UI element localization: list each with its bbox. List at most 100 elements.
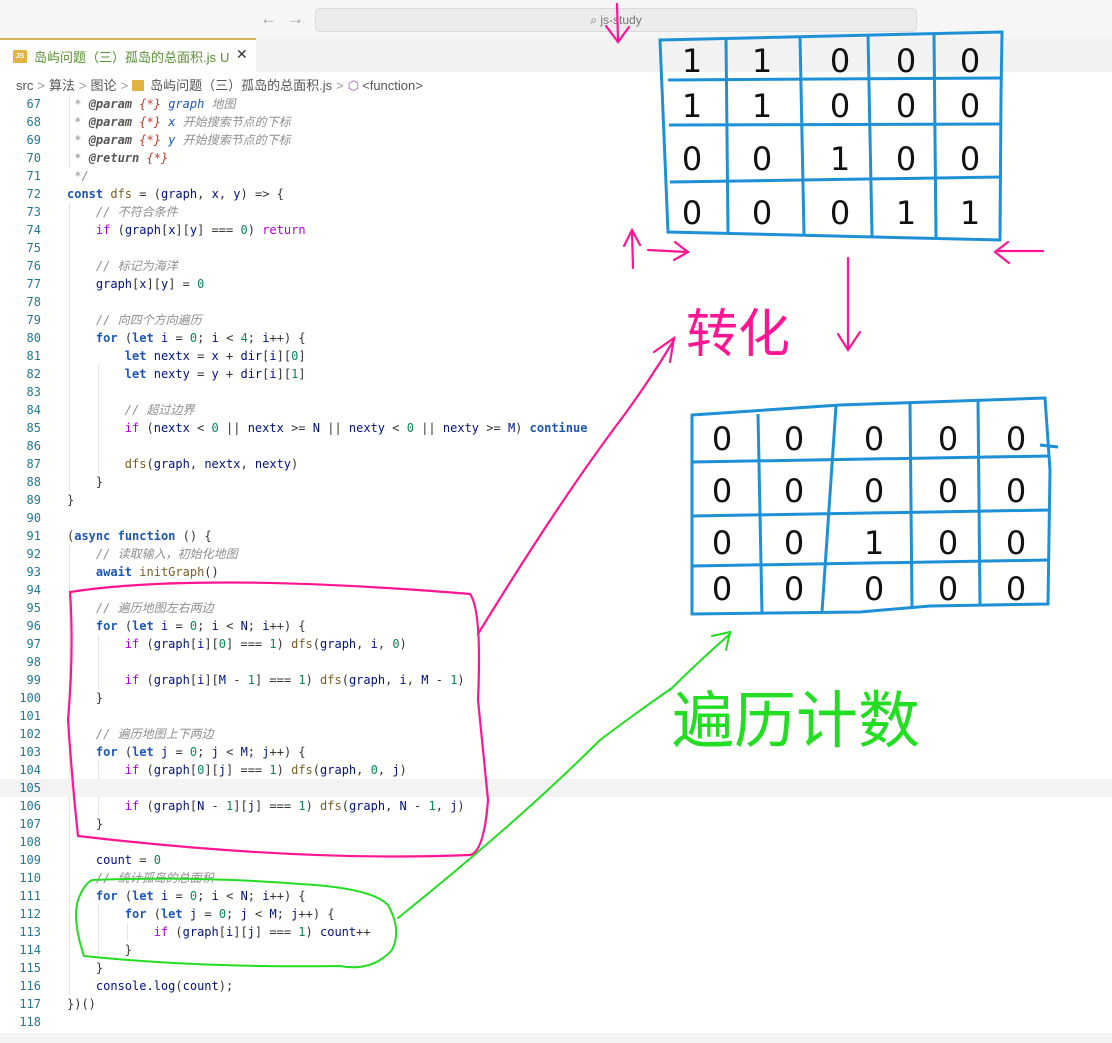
code-editor[interactable]: 67 * @param {*} graph 地图 68 * @param {*} … [0, 95, 1112, 1033]
line-number: 88 [26, 475, 41, 489]
code-text: await initGraph() [95, 565, 219, 579]
breadcrumb-item-function[interactable]: <function> [362, 78, 423, 93]
code-line[interactable]: 85 if (nextx < 0 || nextx >= N || nexty … [0, 419, 1112, 437]
code-line[interactable]: 73 // 不符合条件 [0, 203, 1112, 221]
code-line[interactable]: 118 [0, 1013, 1112, 1031]
close-icon[interactable]: ✕ [236, 46, 248, 63]
code-line[interactable]: 89} [0, 491, 1112, 509]
untracked-badge: U [220, 50, 230, 65]
code-text: graph[x][y] = 0 [95, 277, 205, 291]
code-line[interactable]: 112 for (let j = 0; j < M; j++) { [0, 905, 1112, 923]
code-line[interactable]: 94 [0, 581, 1112, 599]
code-line[interactable]: 116 console.log(count); [0, 977, 1112, 995]
code-line[interactable]: 71 */ [0, 167, 1112, 185]
code-line[interactable]: 107 } [0, 815, 1112, 833]
tab-active-file[interactable]: JS 岛屿问题（三）孤岛的总面积.js U ✕ [0, 38, 256, 72]
search-text: js-study [600, 13, 642, 27]
line-number: 85 [26, 421, 41, 435]
chevron-right-icon: > [78, 78, 87, 93]
code-text: // 遍历地图上下两边 [67, 727, 214, 741]
code-line[interactable]: 104 if (graph[0][j] === 1) dfs(graph, 0,… [0, 761, 1112, 779]
title-bar: ← → ⌕ js-study [0, 0, 1112, 38]
code-line[interactable]: 86 [0, 437, 1112, 455]
line-number: 74 [26, 223, 41, 237]
code-line[interactable]: 117})() [0, 995, 1112, 1013]
code-line[interactable]: 67 * @param {*} graph 地图 [0, 95, 1112, 113]
code-line[interactable]: 74 if (graph[x][y] === 0) return [0, 221, 1112, 239]
code-text: if (graph[0][j] === 1) dfs(graph, 0, j) [124, 763, 407, 777]
breadcrumb-item-src[interactable]: src [16, 78, 33, 93]
line-number: 99 [26, 673, 41, 687]
code-line[interactable]: 101 [0, 707, 1112, 725]
code-text: console.log(count); [95, 979, 234, 993]
code-text: } [95, 961, 104, 975]
code-line[interactable]: 99 if (graph[i][M - 1] === 1) dfs(graph,… [0, 671, 1112, 689]
code-text: } [95, 817, 104, 831]
breadcrumb-item-file[interactable]: 岛屿问题（三）孤岛的总面积.js [150, 75, 332, 94]
line-number: 86 [26, 439, 41, 453]
code-line[interactable]: 80 for (let i = 0; i < 4; i++) { [0, 329, 1112, 347]
code-line[interactable]: 90 [0, 509, 1112, 527]
code-line[interactable]: 77 graph[x][y] = 0 [0, 275, 1112, 293]
code-line[interactable]: 92 // 读取输入，初始化地图 [0, 545, 1112, 563]
code-text: for (let i = 0; i < N; i++) { [95, 889, 306, 903]
line-number: 114 [19, 943, 41, 957]
code-line[interactable]: 109 count = 0 [0, 851, 1112, 869]
line-number: 69 [26, 133, 41, 147]
line-number: 117 [19, 997, 41, 1011]
code-text: if (graph[N - 1][j] === 1) dfs(graph, N … [124, 799, 465, 813]
line-number: 90 [26, 511, 41, 525]
code-line[interactable]: 93 await initGraph() [0, 563, 1112, 581]
code-line[interactable]: 69 * @param {*} y 开始搜索节点的下标 [0, 131, 1112, 149]
line-number: 107 [19, 817, 41, 831]
code-line[interactable]: 100 } [0, 689, 1112, 707]
code-line[interactable]: 105 [0, 779, 1112, 797]
code-line[interactable]: 113 if (graph[i][j] === 1) count++ [0, 923, 1112, 941]
code-line[interactable]: 72 const dfs = (graph, x, y) => { [0, 185, 1112, 203]
code-line[interactable]: 91 (async function () { [0, 527, 1112, 545]
code-line[interactable]: 108 [0, 833, 1112, 851]
code-line[interactable]: 115 } [0, 959, 1112, 977]
code-text: * @param {*} graph 地图 [67, 97, 236, 111]
code-line[interactable]: 79 // 向四个方向遍历 [0, 311, 1112, 329]
code-line[interactable]: 76 // 标记为海洋 [0, 257, 1112, 275]
code-line[interactable]: 81 let nextx = x + dir[i][0] [0, 347, 1112, 365]
code-line[interactable]: 96 for (let i = 0; i < N; i++) { [0, 617, 1112, 635]
line-number: 72 [26, 187, 41, 201]
code-line[interactable]: 95 // 遍历地图左右两边 [0, 599, 1112, 617]
line-number: 82 [26, 367, 41, 381]
code-line[interactable]: 111 for (let i = 0; i < N; i++) { [0, 887, 1112, 905]
line-number: 76 [26, 259, 41, 273]
chevron-right-icon: > [120, 78, 129, 93]
code-line[interactable]: 114 } [0, 941, 1112, 959]
code-text: */ [67, 169, 89, 183]
breadcrumb-item-algorithm[interactable]: 算法 [49, 75, 75, 94]
line-number: 68 [26, 115, 41, 129]
code-line[interactable]: 68 * @param {*} x 开始搜索节点的下标 [0, 113, 1112, 131]
back-arrow-icon[interactable]: ← [260, 9, 277, 29]
command-center-search[interactable]: ⌕ js-study [315, 8, 917, 32]
code-line[interactable]: 88 } [0, 473, 1112, 491]
code-line[interactable]: 78 [0, 293, 1112, 311]
code-line[interactable]: 106 if (graph[N - 1][j] === 1) dfs(graph… [0, 797, 1112, 815]
chevron-right-icon: > [37, 78, 45, 93]
code-line[interactable]: 97 if (graph[i][0] === 1) dfs(graph, i, … [0, 635, 1112, 653]
code-line[interactable]: 83 [0, 383, 1112, 401]
status-strip [0, 1033, 1112, 1043]
code-line[interactable]: 70 * @return {*} [0, 149, 1112, 167]
tab-bar: JS 岛屿问题（三）孤岛的总面积.js U ✕ [0, 38, 1112, 72]
code-line[interactable]: 102 // 遍历地图上下两边 [0, 725, 1112, 743]
code-line[interactable]: 84 // 超过边界 [0, 401, 1112, 419]
code-line[interactable]: 103 for (let j = 0; j < M; j++) { [0, 743, 1112, 761]
code-line[interactable]: 75 [0, 239, 1112, 257]
code-line[interactable]: 98 [0, 653, 1112, 671]
forward-arrow-icon[interactable]: → [287, 9, 304, 29]
code-text: let nextx = x + dir[i][0] [124, 349, 306, 363]
code-text: * @return {*} [67, 151, 169, 165]
js-file-icon: JS [13, 50, 27, 63]
code-line[interactable]: 110 // 统计孤岛的总面积 [0, 869, 1112, 887]
line-number: 89 [26, 493, 41, 507]
breadcrumb-item-graph[interactable]: 图论 [91, 75, 117, 94]
code-line[interactable]: 87 dfs(graph, nextx, nexty) [0, 455, 1112, 473]
code-line[interactable]: 82 let nexty = y + dir[i][1] [0, 365, 1112, 383]
